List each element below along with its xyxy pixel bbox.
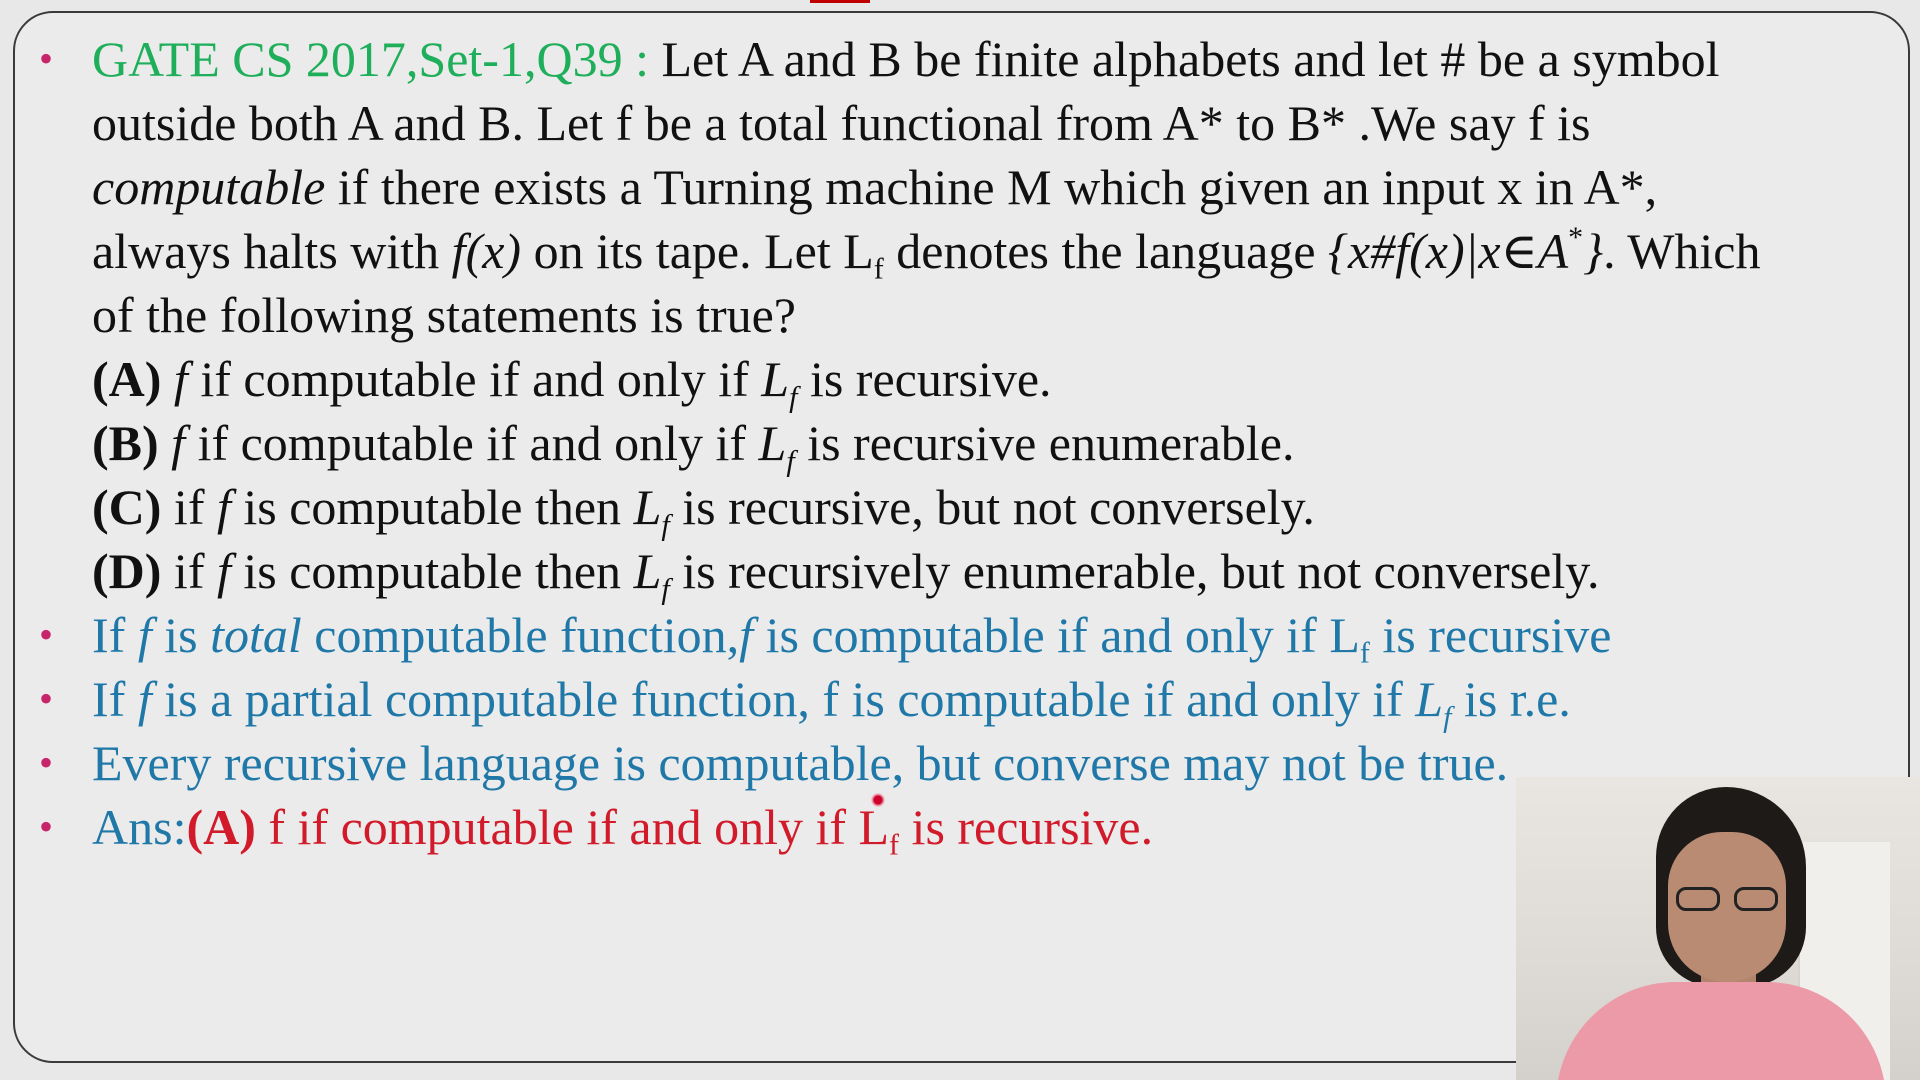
bullet-icon: • (39, 740, 54, 785)
video-frame: • GATE CS 2017,Set-1,Q39 : Let A and B b… (0, 0, 1920, 1080)
glasses-icon (1676, 887, 1780, 913)
option-b: (B) f if computable if and only if Lf is… (92, 415, 1295, 478)
option-c: (C) if f is computable then Lf is recurs… (92, 479, 1315, 542)
bullet-icon: • (39, 612, 54, 657)
note-partial-function: • If f is a partial computable function,… (35, 667, 1895, 732)
progress-mark (810, 0, 870, 3)
option-d: (D) if f is computable then Lf is recurs… (92, 543, 1600, 606)
question-line-4: always halts with f(x) on its tape. Let … (92, 221, 1761, 286)
option-a: (A) f if computable if and only if Lf is… (92, 351, 1052, 414)
slide-content: • GATE CS 2017,Set-1,Q39 : Let A and B b… (35, 27, 1895, 860)
question-line-3: computable if there exists a Turning mac… (92, 159, 1658, 215)
bullet-icon: • (39, 804, 54, 849)
question-text: Let A and B be finite alphabets and let … (648, 31, 1720, 87)
laser-pointer-icon (871, 793, 885, 807)
presenter-webcam (1516, 777, 1920, 1080)
question-paragraph: • GATE CS 2017,Set-1,Q39 : Let A and B b… (35, 27, 1895, 91)
bullet-icon: • (39, 676, 54, 721)
question-line-5: of the following statements is true? (92, 287, 797, 343)
question-source: GATE CS 2017,Set-1,Q39 : (92, 31, 649, 87)
note-total-function: • If f is total computable function,f is… (35, 603, 1895, 668)
bullet-icon: • (39, 36, 54, 81)
answer-label: Ans: (92, 799, 187, 855)
answer-option: (A) (186, 799, 256, 855)
question-line-2: outside both A and B. Let f be a total f… (92, 95, 1591, 151)
